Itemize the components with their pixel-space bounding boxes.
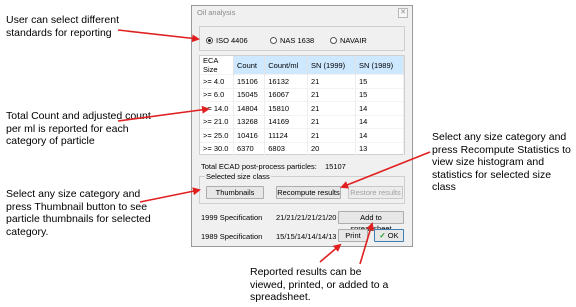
cell-eca-size: >= 25.0 — [200, 128, 234, 142]
spec-1989-label: 1989 Specification — [201, 232, 263, 241]
cell-count: 10416 — [233, 128, 266, 142]
add-to-spreadsheet-button[interactable]: Add to spreadsheet — [338, 211, 404, 233]
total-particles-label: Total ECAD post-process particles: — [201, 162, 317, 171]
spec-1999-row: 1999 Specification 21/21/21/21/21/20 — [201, 213, 336, 222]
table-row[interactable]: >= 14.0 14804 15810 21 14 — [200, 101, 405, 115]
cell-count-per-ml: 15810 — [264, 101, 308, 115]
cell-count: 13268 — [233, 114, 266, 129]
column-header-sn-1989[interactable]: SN (1989) — [355, 56, 405, 75]
cell-sn-1999: 20 — [307, 141, 356, 155]
total-particles-value: 15107 — [324, 162, 346, 171]
oil-analysis-dialog: Oil analysis ✕ ISO 4406 NAS 1638 NAVAIR … — [191, 5, 413, 247]
spec-1989-value: 15/15/14/14/14/13 — [276, 232, 337, 241]
selected-size-class-group: Selected size class Thumbnails Recompute… — [199, 172, 405, 204]
cell-count: 15106 — [233, 74, 266, 88]
results-table: ECA Size Count Count/ml SN (1999) SN (19… — [199, 55, 405, 155]
cell-count: 6370 — [233, 141, 266, 155]
total-particles-line: Total ECAD post-process particles: 15107 — [201, 162, 346, 171]
arrow-to-print — [319, 243, 342, 263]
column-header-eca-size[interactable]: ECA Size — [200, 56, 234, 75]
cell-count: 15045 — [233, 87, 266, 102]
checkmark-icon: ✓ — [379, 231, 386, 240]
cell-sn-1999: 21 — [307, 74, 356, 88]
cell-sn-1999: 21 — [307, 101, 356, 115]
radio-nas-1638[interactable]: NAS 1638 — [270, 36, 314, 45]
size-class-label: Selected size class — [205, 172, 271, 181]
cell-eca-size: >= 21.0 — [200, 114, 234, 129]
table-row[interactable]: >= 30.0 6370 6803 20 13 — [200, 141, 405, 155]
dialog-titlebar: Oil analysis ✕ — [192, 6, 412, 21]
column-header-count[interactable]: Count — [233, 56, 266, 75]
arrow-to-standards — [117, 29, 200, 43]
cell-count-per-ml: 14169 — [264, 114, 308, 129]
dialog-title: Oil analysis — [197, 8, 236, 17]
cell-sn-1989: 14 — [355, 101, 405, 115]
spec-1989-row: 1989 Specification 15/15/14/14/14/13 — [201, 232, 336, 241]
close-icon[interactable]: ✕ — [398, 8, 408, 18]
recompute-results-button[interactable]: Recompute results — [276, 186, 341, 199]
annotation-recompute: Select any size category and press Recom… — [432, 131, 571, 193]
cell-eca-size: >= 6.0 — [200, 87, 234, 102]
column-header-count-per-ml[interactable]: Count/ml — [264, 56, 308, 75]
cell-eca-size: >= 4.0 — [200, 74, 234, 88]
print-button[interactable]: Print — [338, 229, 368, 242]
table-header-row: ECA Size Count Count/ml SN (1999) SN (19… — [200, 56, 405, 75]
annotation-select-standards: User can select different standards for … — [6, 14, 120, 39]
cell-sn-1989: 15 — [355, 87, 405, 102]
cell-eca-size: >= 14.0 — [200, 101, 234, 115]
cell-eca-size: >= 30.0 — [200, 141, 234, 155]
radio-navair[interactable]: NAVAIR — [330, 36, 367, 45]
cell-sn-1989: 13 — [355, 141, 405, 155]
radio-iso-4406[interactable]: ISO 4406 — [206, 36, 248, 45]
cell-count: 14804 — [233, 101, 266, 115]
ok-button-label: OK — [387, 231, 399, 240]
radio-unselected-icon — [330, 37, 337, 44]
column-header-sn-1999[interactable]: SN (1999) — [307, 56, 356, 75]
cell-sn-1999: 21 — [307, 114, 356, 129]
ok-button[interactable]: ✓ OK — [374, 229, 404, 242]
cell-sn-1989: 14 — [355, 114, 405, 129]
cell-count-per-ml: 11124 — [264, 128, 308, 142]
restore-results-button[interactable]: Restore results — [348, 186, 403, 199]
cell-sn-1999: 21 — [307, 128, 356, 142]
annotation-thumbnails: Select any size category and press Thumb… — [6, 188, 151, 238]
cell-count-per-ml: 16067 — [264, 87, 308, 102]
table-row[interactable]: >= 21.0 13268 14169 21 14 — [200, 114, 405, 129]
table-row[interactable]: >= 25.0 10416 11124 21 14 — [200, 128, 405, 142]
radio-selected-icon — [206, 37, 213, 44]
annotation-reported: Reported results can be viewed, printed,… — [250, 266, 389, 303]
cell-count-per-ml: 6803 — [264, 141, 308, 155]
annotation-total-count: Total Count and adjusted count per ml is… — [6, 110, 151, 147]
radio-unselected-icon — [270, 37, 277, 44]
cell-sn-1999: 21 — [307, 87, 356, 102]
spec-1999-label: 1999 Specification — [201, 213, 263, 222]
cell-count-per-ml: 16132 — [264, 74, 308, 88]
table-row[interactable]: >= 4.0 15106 16132 21 15 — [200, 74, 405, 88]
standards-group: ISO 4406 NAS 1638 NAVAIR — [199, 26, 405, 51]
thumbnails-button[interactable]: Thumbnails — [206, 186, 264, 199]
table-row[interactable]: >= 6.0 15045 16067 21 15 — [200, 87, 405, 102]
cell-sn-1989: 15 — [355, 74, 405, 88]
cell-sn-1989: 14 — [355, 128, 405, 142]
spec-1999-value: 21/21/21/21/21/20 — [276, 213, 337, 222]
